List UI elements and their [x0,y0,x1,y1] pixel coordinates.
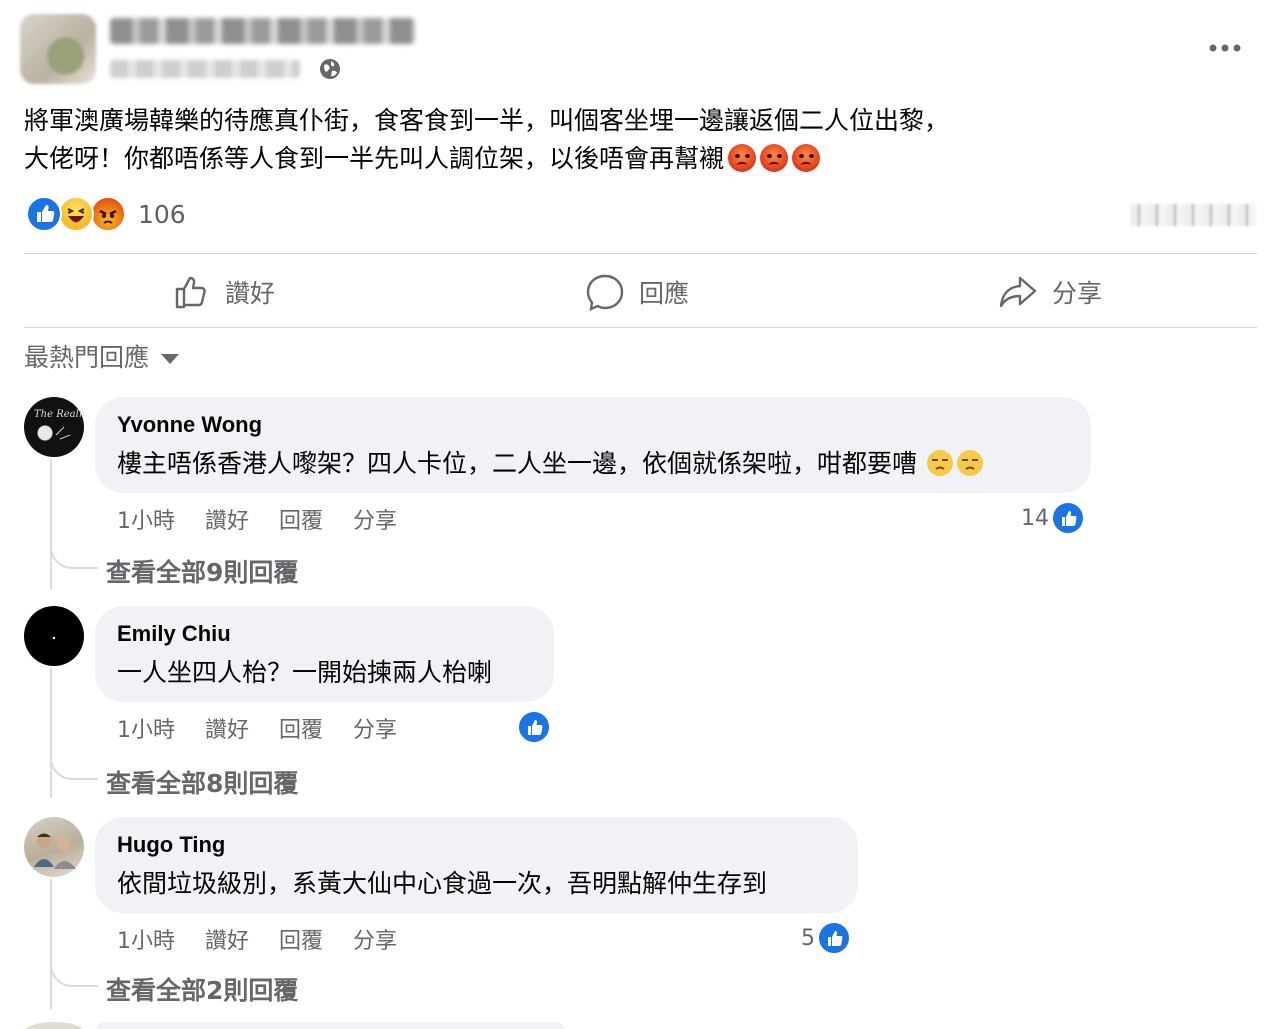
comment-time[interactable]: 1小時 [117,712,175,744]
comment-reply-link[interactable]: 回覆 [279,503,323,535]
comment-icon [586,274,624,312]
comment-like-link[interactable]: 讚好 [205,712,249,744]
comment-bubble: Hugo Ting 依間垃圾級別，系黃大仙中心食過一次，吾明點解仲生存到 [95,817,858,913]
comment-like-link[interactable]: 讚好 [205,503,249,535]
avatar[interactable] [24,1022,84,1029]
comment-actions: 1小時 讚好 回覆 分享 [117,712,397,744]
post-header [0,0,1280,100]
thread-connector [50,756,98,780]
thread-line [50,879,52,1009]
post-text-line-1: 將軍澳廣場韓樂的待應真仆街，食客食到一半，叫個客坐埋一邊讓返個二人位出黎， [24,106,950,135]
unamused-emoji-icon [926,450,953,476]
comment-time[interactable]: 1小時 [117,503,175,535]
comment-like-count: 14 [1021,505,1049,531]
comment-bubble: Yvonne Wong 樓主唔係香港人嚟架？四人卡位，二人坐一邊，依個就係架啦，… [95,397,1091,493]
avatar[interactable]: The Realm [24,397,88,457]
comment-share-link[interactable]: 分享 [353,503,397,535]
comment-text: 樓主唔係香港人嚟架？四人卡位，二人坐一邊，依個就係架啦，咁都要嘈 [117,444,1069,480]
angry-reaction-icon [90,196,126,232]
comment-reactions[interactable]: 5 [801,921,851,955]
thread-line [50,668,52,798]
view-replies-link[interactable]: 查看全部9則回覆 [106,553,298,589]
post-time-redacted [110,60,300,78]
angry-emoji-icon [728,144,757,172]
reaction-count[interactable]: 106 [138,200,186,229]
comment-share-link[interactable]: 分享 [353,923,397,955]
comment-reply-link[interactable]: 回覆 [279,712,323,744]
comment-actions: 1小時 讚好 回覆 分享 [117,923,397,955]
like-icon [1051,501,1085,535]
unamused-emoji-icon [956,450,983,476]
comment-sort-dropdown[interactable]: 最熱門回應 [24,338,180,374]
angry-emoji-icon [760,144,789,172]
more-options-icon[interactable] [1205,36,1245,60]
comment-text: 一人坐四人枱？一開始揀兩人枱喇 [117,658,493,687]
comment-text: 依間垃圾級別，系黃大仙中心食過一次，吾明點解仲生存到 [117,869,768,898]
share-icon [999,276,1037,308]
thread-connector [50,963,98,987]
globe-icon [320,59,340,79]
comment-time[interactable]: 1小時 [117,923,175,955]
author-avatar[interactable] [20,14,96,84]
comment-like-count: 5 [801,925,815,951]
author-name-redacted[interactable] [110,18,415,44]
thread-connector [50,545,98,569]
comment-button-label: 回應 [639,279,690,308]
like-icon [517,710,551,744]
comment-bubble: Emily Chiu 一人坐四人枱？一開始揀兩人枱喇 [95,606,554,702]
post-text-line-2: 大佬呀！你都唔係等人食到一半先叫人調位架，以後唔會再幫襯 [24,140,1254,178]
comment-reactions[interactable]: 14 [1021,501,1085,535]
like-button[interactable]: 讚好 [171,268,275,316]
like-icon [817,921,851,955]
comment-sort-label: 最熱門回應 [24,343,150,372]
thread-line [50,459,52,589]
post-body: 將軍澳廣場韓樂的待應真仆街，食客食到一半，叫個客坐埋一邊讓返個二人位出黎， 大佬… [24,102,1254,178]
comment-author[interactable]: Hugo Ting [117,832,836,862]
like-reaction-icon [26,196,62,232]
comment-author[interactable]: Emily Chiu [117,621,532,651]
comment-button[interactable]: 回應 [585,268,689,316]
comment-bubble [95,1022,565,1029]
comment-text-content: 樓主唔係香港人嚟架？四人卡位，二人坐一邊，依個就係架啦，咁都要嘈 [117,449,918,478]
view-replies-link[interactable]: 查看全部8則回覆 [106,764,298,800]
comment-share-link[interactable]: 分享 [353,712,397,744]
comment-like-link[interactable]: 讚好 [205,923,249,955]
divider [24,327,1257,328]
comment-actions: 1小時 讚好 回覆 分享 [117,503,397,535]
haha-reaction-icon [58,196,94,232]
post-text-line-2-content: 大佬呀！你都唔係等人食到一半先叫人調位架，以後唔會再幫襯 [24,144,725,173]
like-button-label: 讚好 [225,279,276,308]
share-button[interactable]: 分享 [998,268,1102,316]
angry-emoji-icon [792,144,821,172]
share-button-label: 分享 [1052,279,1103,308]
comment-reactions[interactable] [515,710,551,744]
comment-author[interactable]: Yvonne Wong [117,412,1069,442]
view-replies-link[interactable]: 查看全部2則回覆 [106,971,298,1007]
avatar[interactable] [24,606,84,666]
like-icon [175,276,206,309]
svg-text:The Realm: The Realm [34,409,84,420]
comment-reply-link[interactable]: 回覆 [279,923,323,955]
caret-down-icon [161,354,180,364]
divider [24,253,1257,254]
comment-share-count-redacted[interactable] [1130,204,1256,226]
avatar[interactable] [24,817,84,877]
